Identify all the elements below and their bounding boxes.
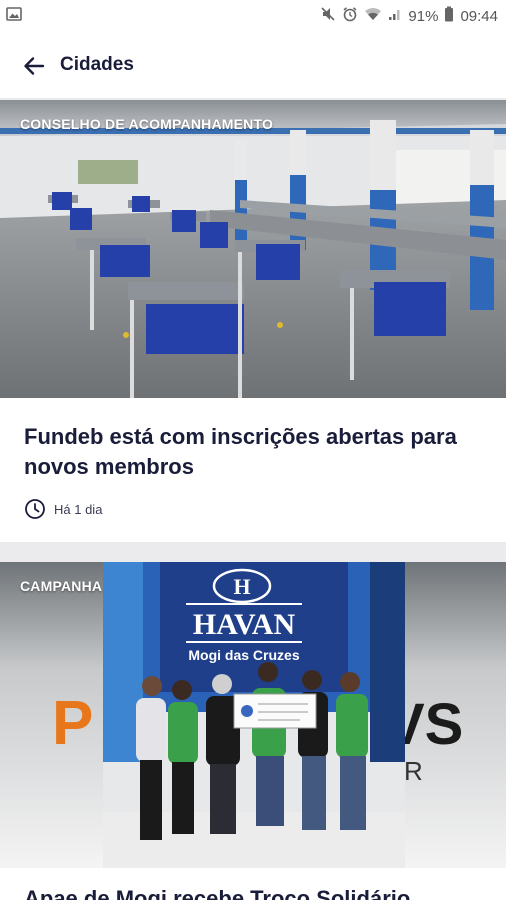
clock-icon (25, 499, 45, 519)
article-headline[interactable]: Fundeb está com inscrições abertas para … (24, 422, 474, 482)
arrow-left-icon (24, 57, 45, 75)
category-tag: CAMPANHA (20, 578, 103, 594)
article-image[interactable]: CONSELHO DE ACOMPANHAMENTO (0, 100, 506, 398)
back-button[interactable] (16, 48, 52, 84)
havan-logo-letter: H (233, 574, 250, 599)
gallery-icon (6, 7, 22, 26)
clock-time: 09:44 (460, 7, 498, 25)
svg-text:R: R (404, 756, 423, 786)
app-bar: Cidades (0, 30, 506, 98)
article-image[interactable]: P VS R H HAVAN Mogi das Cruzes CAMPANHA (0, 562, 506, 868)
havan-brand-text: HAVAN (193, 608, 296, 641)
alarm-icon (342, 6, 358, 26)
svg-text:P: P (52, 689, 93, 758)
article-meta: Há 1 dia (24, 498, 102, 520)
battery-percent: 91% (408, 7, 439, 25)
category-tag: CONSELHO DE ACOMPANHAMENTO (20, 116, 274, 132)
page-title: Cidades (60, 54, 134, 75)
signal-icon (388, 7, 402, 25)
article-card[interactable]: P VS R H HAVAN Mogi das Cruzes CAMPANHA … (0, 562, 506, 900)
battery-icon (444, 6, 454, 26)
article-headline[interactable]: Apae de Mogi recebe Troco Solidário (24, 884, 474, 900)
article-card[interactable]: CONSELHO DE ACOMPANHAMENTO Fundeb está c… (0, 100, 506, 542)
wifi-icon (364, 6, 382, 26)
mute-icon (320, 6, 336, 26)
status-bar: 91% 09:44 (0, 0, 506, 30)
havan-location-text: Mogi das Cruzes (188, 647, 299, 663)
time-ago: Há 1 dia (54, 501, 103, 517)
